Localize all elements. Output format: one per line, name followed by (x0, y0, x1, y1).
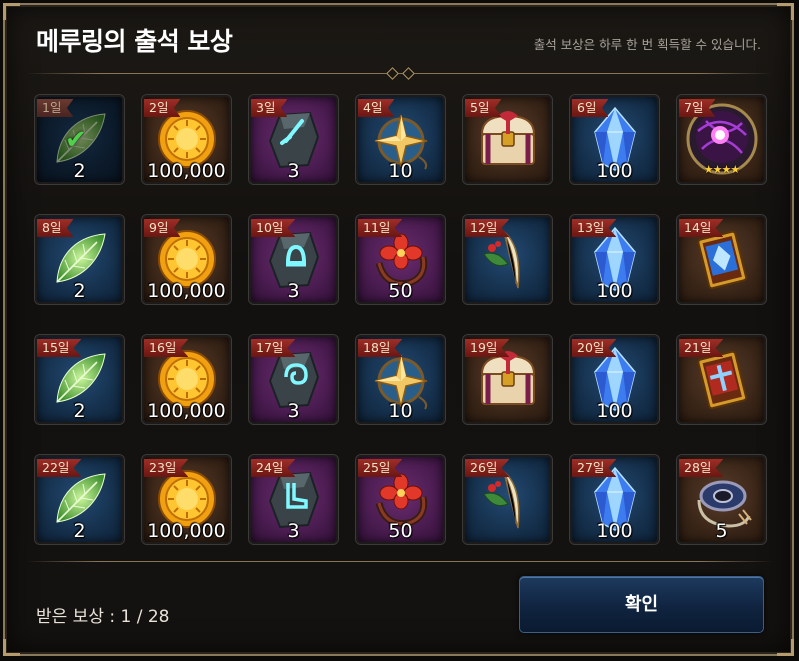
frame-corner (3, 639, 20, 656)
reward-slot-day-3[interactable]: 3일 3 (249, 95, 338, 184)
reward-slot-day-22[interactable]: 22일 2 (35, 455, 124, 544)
reward-slot-day-19[interactable]: 19일 (463, 335, 552, 424)
reward-slot-day-12[interactable]: 12일 (463, 215, 552, 304)
reward-slot-day-16[interactable]: 16일 100,000 (142, 335, 231, 424)
reward-quantity: 100 (596, 280, 633, 302)
reward-slot-day-10[interactable]: 10일 3 (249, 215, 338, 304)
reward-slot-day-15[interactable]: 15일 2 (35, 335, 124, 424)
reward-slot-day-6[interactable]: 6일 100 (570, 95, 659, 184)
reward-quantity: 50 (388, 520, 413, 542)
treasure-chest-icon (474, 108, 542, 174)
reward-quantity: 100 (596, 400, 633, 422)
window-subtitle: 출석 보상은 하루 한 번 획득할 수 있습니다. (533, 37, 761, 52)
reward-quantity: 3 (287, 520, 300, 542)
confirm-button[interactable]: 확인 (519, 576, 764, 633)
reward-quantity: 3 (287, 280, 300, 302)
reward-slot-day-13[interactable]: 13일 100 (570, 215, 659, 304)
footer-divider (26, 561, 773, 562)
card-red-icon (691, 347, 753, 415)
reward-slot-day-8[interactable]: 8일 2 (35, 215, 124, 304)
reward-quantity: 100,000 (147, 520, 226, 542)
window-title: 메루링의 출석 보상 (36, 27, 233, 56)
reward-slot-day-26[interactable]: 26일 (463, 455, 552, 544)
received-count-label: 받은 보상 : 1 / 28 (36, 607, 170, 627)
frame-corner (777, 639, 794, 656)
reward-quantity: 10 (388, 160, 413, 182)
reward-slot-day-5[interactable]: 5일 (463, 95, 552, 184)
reward-slot-day-23[interactable]: 23일 100,000 (142, 455, 231, 544)
reward-grid: ✔ 1일 2 2일 100,000 3일 3 4일 10 5일 6일 100 7일 ★★★★ 8일 2 9일 10… (35, 95, 766, 550)
reward-slot-day-4[interactable]: 4일 10 (356, 95, 445, 184)
reward-quantity: 10 (388, 400, 413, 422)
reward-slot-day-1[interactable]: ✔ 1일 2 (35, 95, 124, 184)
reward-slot-day-11[interactable]: 11일 50 (356, 215, 445, 304)
reward-quantity: 3 (287, 400, 300, 422)
reward-quantity: 50 (388, 280, 413, 302)
reward-slot-day-20[interactable]: 20일 100 (570, 335, 659, 424)
reward-slot-day-25[interactable]: 25일 50 (356, 455, 445, 544)
reward-quantity: 2 (73, 400, 86, 422)
reward-slot-day-27[interactable]: 27일 100 (570, 455, 659, 544)
frame-corner (3, 3, 20, 20)
reward-quantity: 3 (287, 160, 300, 182)
star-rating: ★★★★ (703, 163, 740, 176)
treasure-chest-icon (474, 348, 542, 414)
reward-quantity: 100,000 (147, 160, 226, 182)
reward-slot-day-7[interactable]: 7일 ★★★★ (677, 95, 766, 184)
reward-slot-day-2[interactable]: 2일 100,000 (142, 95, 231, 184)
reward-slot-day-17[interactable]: 17일 3 (249, 335, 338, 424)
reward-slot-day-18[interactable]: 18일 10 (356, 335, 445, 424)
reward-quantity: 5 (715, 520, 728, 542)
reward-slot-day-21[interactable]: 21일 (677, 335, 766, 424)
card-blue-icon (691, 227, 753, 295)
reward-quantity: 100,000 (147, 400, 226, 422)
reward-quantity: 100,000 (147, 280, 226, 302)
reward-slot-day-9[interactable]: 9일 100,000 (142, 215, 231, 304)
reward-quantity: 100 (596, 520, 633, 542)
frame-corner (777, 3, 794, 20)
reward-quantity: 2 (73, 160, 86, 182)
reward-quantity: 2 (73, 520, 86, 542)
reward-slot-day-28[interactable]: 28일 5 (677, 455, 766, 544)
header-divider (26, 67, 773, 80)
checkmark-icon: ✔ (65, 125, 87, 155)
reward-quantity: 2 (73, 280, 86, 302)
reward-slot-day-14[interactable]: 14일 (677, 215, 766, 304)
reward-slot-day-24[interactable]: 24일 3 (249, 455, 338, 544)
reward-quantity: 100 (596, 160, 633, 182)
